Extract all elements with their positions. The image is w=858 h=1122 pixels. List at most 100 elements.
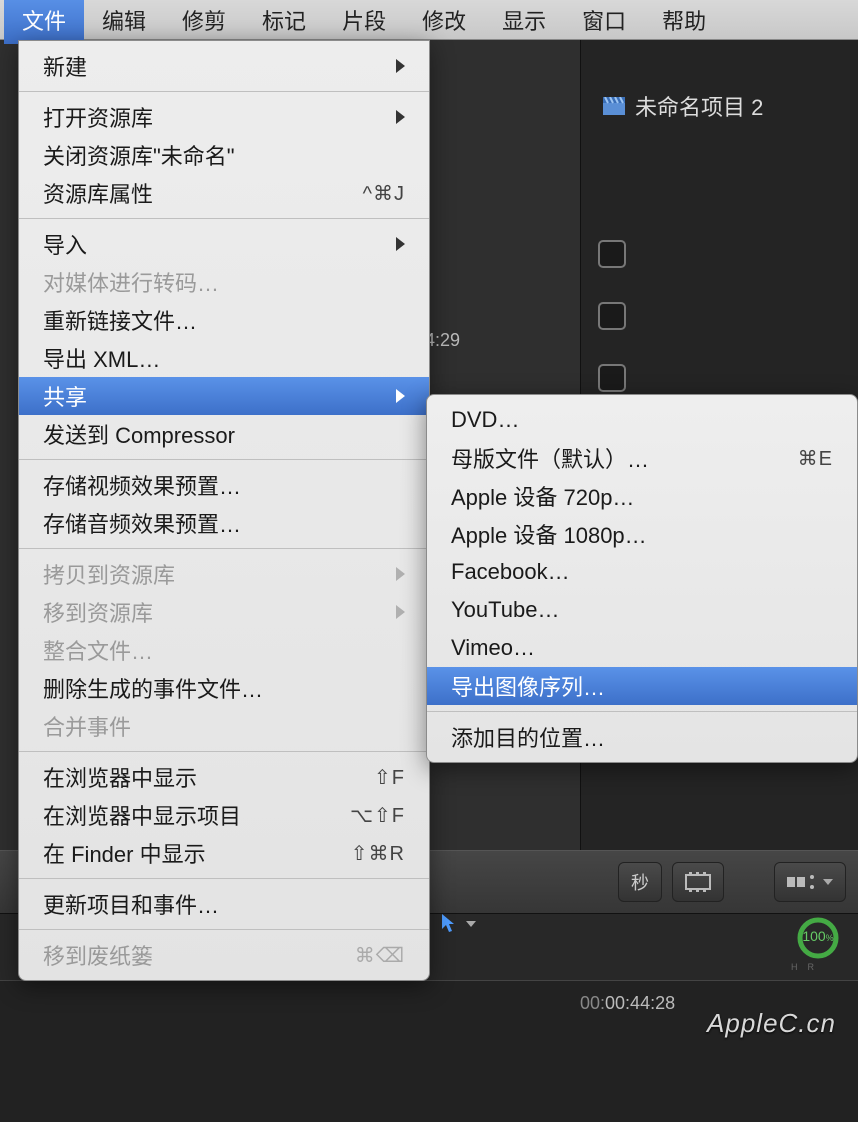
file-menu-separator (19, 548, 429, 549)
file-menu-item[interactable]: 在浏览器中显示项目⌥⇧F (19, 796, 429, 834)
file-menu-separator (19, 878, 429, 879)
share-submenu-item[interactable]: DVD… (427, 401, 857, 439)
menubar-item-8[interactable]: 帮助 (644, 0, 724, 44)
menubar-item-2[interactable]: 修剪 (164, 0, 244, 44)
file-menu-item[interactable]: 打开资源库 (19, 98, 429, 136)
role-checkbox-stack (598, 240, 626, 392)
file-menu-item[interactable]: 在 Finder 中显示⇧⌘R (19, 834, 429, 872)
progress-hr-label: HR (791, 962, 824, 972)
file-menu-separator (19, 91, 429, 92)
file-menu-item[interactable]: 资源库属性 ^⌘J (19, 174, 429, 212)
share-submenu-item[interactable]: 导出图像序列… (427, 667, 857, 705)
menu-item-label: 关闭资源库"未命名" (43, 139, 235, 171)
menubar-item-4[interactable]: 片段 (324, 0, 404, 44)
menubar-item-1[interactable]: 编辑 (84, 0, 164, 44)
role-checkbox[interactable] (598, 240, 626, 268)
menu-item-label: 删除生成的事件文件… (43, 672, 263, 704)
clip-appearance-button[interactable] (774, 862, 846, 902)
viewer-title-bar: 未命名项目 2 (603, 90, 763, 122)
tool-selector[interactable] (440, 914, 476, 934)
file-menu-item: 整合文件… (19, 631, 429, 669)
share-submenu-item[interactable]: 添加目的位置… (427, 718, 857, 756)
file-menu-item: 移到废纸篓⌘⌫ (19, 936, 429, 974)
select-tool-icon (440, 914, 456, 934)
file-menu-item[interactable]: 新建 (19, 47, 429, 85)
file-menu-item: 合并事件 (19, 707, 429, 745)
filmstrip-button[interactable] (672, 862, 724, 902)
menu-item-label: 在浏览器中显示 (43, 761, 197, 793)
submenu-arrow-icon (396, 110, 405, 124)
menu-item-label: 新建 (43, 50, 87, 82)
menu-item-label: 资源库属性 (43, 177, 153, 209)
file-menu-item: 对媒体进行转码… (19, 263, 429, 301)
menubar-item-6[interactable]: 显示 (484, 0, 564, 44)
submenu-arrow-icon (396, 389, 405, 403)
menubar-item-3[interactable]: 标记 (244, 0, 324, 44)
menu-item-label: 更新项目和事件… (43, 888, 219, 920)
menu-item-label: 添加目的位置… (451, 721, 605, 753)
menu-item-label: 在浏览器中显示项目 (43, 799, 241, 831)
file-menu-item[interactable]: 关闭资源库"未命名" (19, 136, 429, 174)
menu-shortcut: ^⌘J (363, 181, 405, 206)
file-menu-separator (19, 751, 429, 752)
menubar-item-5[interactable]: 修改 (404, 0, 484, 44)
share-submenu-item[interactable]: 母版文件（默认）…⌘E (427, 439, 857, 477)
timeline-timecode: 00:00:44:28 (580, 993, 675, 1014)
submenu-arrow-icon (396, 567, 405, 581)
menu-shortcut: ⇧F (374, 765, 405, 790)
file-menu-item[interactable]: 在浏览器中显示 ⇧F (19, 758, 429, 796)
file-menu: 新建打开资源库关闭资源库"未命名" 资源库属性 ^⌘J 导入对媒体进行转码… 重新链接文… (18, 40, 430, 981)
menu-item-label: 拷贝到资源库 (43, 558, 175, 590)
role-checkbox[interactable] (598, 302, 626, 330)
appearance-icon (787, 873, 817, 891)
share-submenu: DVD… 母版文件（默认）…⌘EApple 设备 720p…Apple 设备 10… (426, 394, 858, 763)
menu-item-label: Vimeo… (451, 635, 535, 661)
render-progress[interactable]: 100% HR (788, 908, 848, 968)
submenu-arrow-icon (396, 237, 405, 251)
menu-item-label: 存储音频效果预置… (43, 507, 241, 539)
file-menu-item[interactable]: 存储视频效果预置… (19, 466, 429, 504)
share-submenu-item[interactable]: Facebook… (427, 553, 857, 591)
menu-item-label: Apple 设备 720p… (451, 480, 634, 512)
menu-item-label: 导入 (43, 228, 87, 260)
menubar-item-0[interactable]: 文件 (4, 0, 84, 44)
menu-item-label: 重新链接文件… (43, 304, 197, 336)
menu-item-label: 导出 XML… (43, 342, 160, 374)
menu-item-label: 在 Finder 中显示 (43, 837, 206, 869)
file-menu-item[interactable]: 删除生成的事件文件… (19, 669, 429, 707)
project-title: 未命名项目 2 (635, 90, 763, 122)
file-menu-item[interactable]: 共享 (19, 377, 429, 415)
menubar-item-7[interactable]: 窗口 (564, 0, 644, 44)
share-submenu-item[interactable]: YouTube… (427, 591, 857, 629)
file-menu-item[interactable]: 导出 XML… (19, 339, 429, 377)
file-menu-item[interactable]: 发送到 Compressor (19, 415, 429, 453)
file-menu-separator (19, 459, 429, 460)
menu-item-label: Facebook… (451, 559, 570, 585)
share-submenu-item[interactable]: Vimeo… (427, 629, 857, 667)
menu-item-label: 移到废纸篓 (43, 939, 153, 971)
file-menu-item[interactable]: 导入 (19, 225, 429, 263)
share-submenu-separator (427, 711, 857, 712)
file-menu-item[interactable]: 更新项目和事件… (19, 885, 429, 923)
file-menu-separator (19, 929, 429, 930)
scale-seconds-button[interactable]: 秒 (618, 862, 662, 902)
menu-item-label: 移到资源库 (43, 596, 153, 628)
clapperboard-icon (603, 97, 625, 115)
file-menu-item[interactable]: 存储音频效果预置… (19, 504, 429, 542)
filmstrip-icon (685, 872, 711, 892)
menu-item-label: YouTube… (451, 597, 559, 623)
menu-item-label: 对媒体进行转码… (43, 266, 219, 298)
timeline-area[interactable]: 00:00:44:28 (0, 980, 858, 1122)
share-submenu-item[interactable]: Apple 设备 720p… (427, 477, 857, 515)
menu-item-label: DVD… (451, 407, 519, 433)
menu-item-label: 导出图像序列… (451, 670, 605, 702)
submenu-arrow-icon (396, 605, 405, 619)
menu-shortcut: ⌘E (798, 446, 833, 471)
menu-item-label: 共享 (43, 380, 87, 412)
menu-item-label: 存储视频效果预置… (43, 469, 241, 501)
watermark: AppleC.cn (707, 1008, 836, 1039)
file-menu-item[interactable]: 重新链接文件… (19, 301, 429, 339)
role-checkbox[interactable] (598, 364, 626, 392)
menubar: 文件编辑修剪标记片段修改显示窗口帮助 (0, 0, 858, 40)
share-submenu-item[interactable]: Apple 设备 1080p… (427, 515, 857, 553)
